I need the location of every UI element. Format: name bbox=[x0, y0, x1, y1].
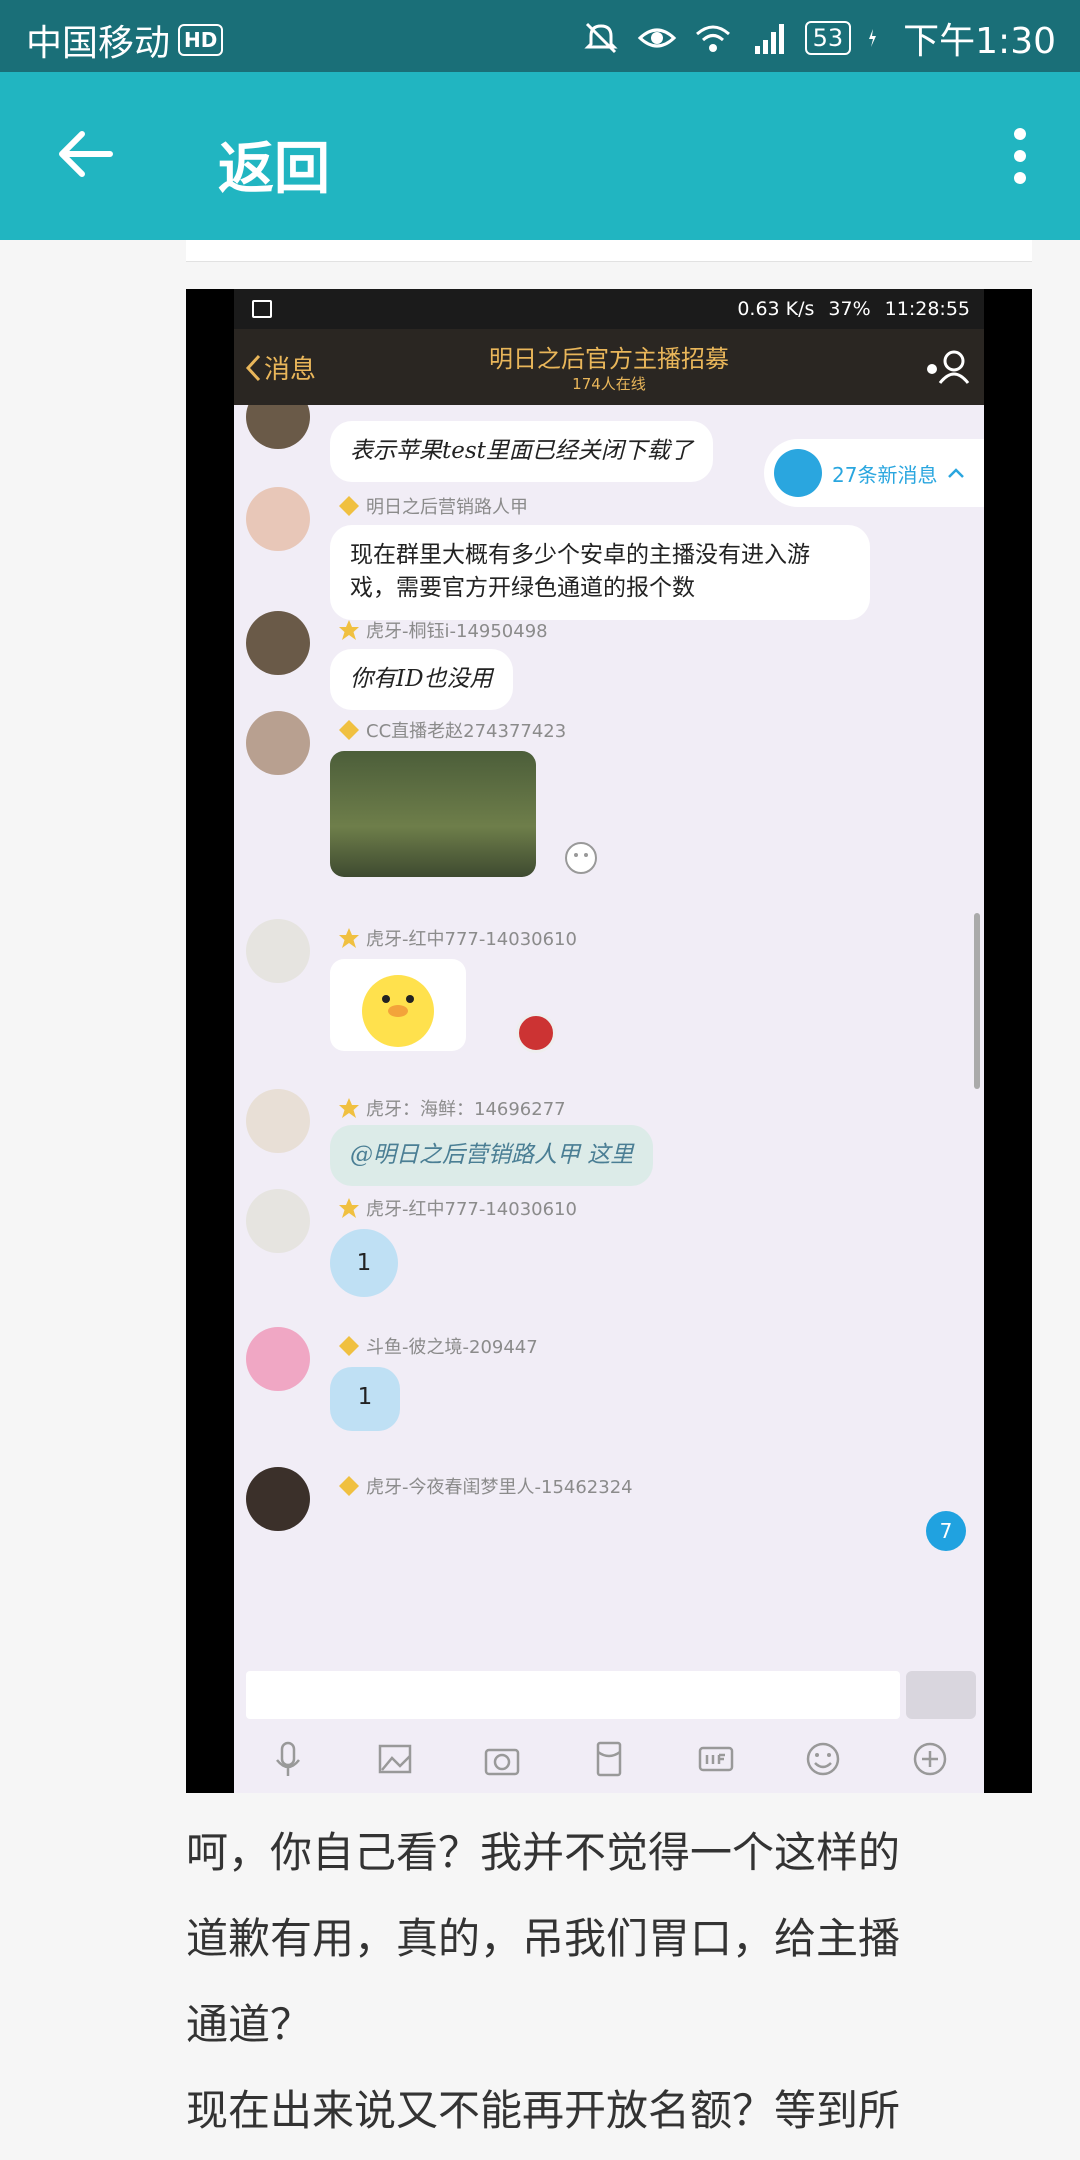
add-emoji-icon[interactable] bbox=[564, 841, 598, 875]
image-notification-icon bbox=[252, 300, 272, 318]
page-title[interactable]: 返回 bbox=[218, 124, 330, 205]
avatar bbox=[246, 405, 310, 449]
chat-header: 消息 明日之后官方主播招募 174人在线 bbox=[234, 329, 984, 405]
sender-name: 虎牙-红中777-14030610 bbox=[338, 925, 577, 951]
diamond-icon bbox=[339, 1476, 359, 1496]
sender-name: 虎牙-红中777-14030610 bbox=[338, 1195, 577, 1221]
avatar bbox=[246, 711, 310, 775]
chat-bubble-icon bbox=[774, 449, 822, 497]
mic-icon[interactable] bbox=[269, 1740, 307, 1778]
level-badge-icon bbox=[516, 1013, 556, 1053]
wifi-icon bbox=[695, 25, 730, 52]
group-members-icon[interactable] bbox=[922, 347, 972, 387]
avatar bbox=[246, 611, 310, 675]
group-title: 明日之后官方主播招募 bbox=[489, 345, 729, 373]
avatar bbox=[246, 1189, 310, 1253]
chat-area[interactable]: 表示苹果test里面已经关闭下载了 27条新消息 明日之后营销路人甲 现在群里大… bbox=[234, 405, 984, 1685]
emoji-icon[interactable] bbox=[804, 1740, 842, 1778]
star-icon bbox=[339, 1198, 359, 1218]
message-bubble: 1 bbox=[330, 1367, 400, 1431]
sender-name: CC直播老赵274377423 bbox=[338, 717, 566, 743]
sender-name: 斗鱼-彼之境-209447 bbox=[338, 1333, 538, 1359]
clock: 下午1:30 bbox=[903, 21, 1056, 62]
arrow-left-icon[interactable] bbox=[50, 118, 122, 190]
new-messages-button[interactable]: 27条新消息 bbox=[764, 439, 984, 507]
chat-toolbar bbox=[234, 1725, 984, 1793]
more-vertical-icon[interactable] bbox=[1000, 124, 1040, 188]
diamond-icon bbox=[339, 1336, 359, 1356]
phone-screen: 0.63 K/s 37% 11:28:55 消息 明日之后官方主播招募 174人… bbox=[234, 289, 984, 1793]
sender-name: 虎牙：海鲜：14696277 bbox=[338, 1095, 566, 1121]
previous-card-edge bbox=[186, 240, 1032, 262]
embedded-screenshot[interactable]: 0.63 K/s 37% 11:28:55 消息 明日之后官方主播招募 174人… bbox=[186, 289, 1032, 1793]
avatar bbox=[246, 1089, 310, 1153]
avatar bbox=[246, 919, 310, 983]
carrier-label: 中国移动 bbox=[26, 23, 171, 64]
message-bubble: 1 bbox=[330, 1229, 398, 1297]
gif-icon[interactable] bbox=[697, 1740, 735, 1778]
post-text-line: 道歉有用，真的，吊我们胃口，给主播 bbox=[186, 1914, 901, 1963]
image-icon[interactable] bbox=[376, 1740, 414, 1778]
post-text-line: 通道？ bbox=[186, 2000, 313, 2049]
avatar bbox=[246, 1467, 310, 1531]
duck-sticker-icon bbox=[362, 975, 434, 1047]
screenshot-status-bar: 0.63 K/s 37% 11:28:55 bbox=[234, 289, 984, 329]
message-bubble: @明日之后营销路人甲 这里 bbox=[330, 1125, 654, 1187]
chevron-up-icon bbox=[948, 468, 965, 478]
sender-name: 虎牙-今夜春闺梦里人-15462324 bbox=[338, 1473, 633, 1499]
message-bubble: 表示苹果test里面已经关闭下载了 bbox=[330, 421, 713, 483]
post-text-line: 呵，你自己看？我并不觉得一个这样的 bbox=[186, 1828, 901, 1877]
hd-badge: HD bbox=[178, 24, 224, 56]
game-screenshot-image[interactable] bbox=[330, 751, 536, 877]
star-icon bbox=[339, 928, 359, 948]
online-count: 174人在线 bbox=[572, 375, 646, 393]
screenshot-time: 11:28:55 bbox=[884, 298, 970, 320]
keyboard-toggle-icon[interactable] bbox=[906, 1671, 976, 1719]
eye-icon bbox=[637, 28, 676, 48]
red-packet-icon[interactable] bbox=[590, 1740, 628, 1778]
sender-name: 明日之后营销路人甲 bbox=[338, 493, 528, 519]
diamond-icon bbox=[339, 720, 359, 740]
charging-icon bbox=[869, 29, 877, 47]
plus-icon[interactable] bbox=[911, 1740, 949, 1778]
star-icon bbox=[339, 1098, 359, 1118]
signal-4g-icon bbox=[754, 24, 784, 54]
message-input[interactable] bbox=[246, 1671, 900, 1719]
sender-name: 虎牙-桐钰i-14950498 bbox=[338, 617, 548, 643]
message-bubble: 你有ID也没用 bbox=[330, 649, 513, 711]
avatar bbox=[246, 487, 310, 551]
avatar bbox=[246, 1327, 310, 1391]
diamond-icon bbox=[339, 496, 359, 516]
scrollbar[interactable] bbox=[974, 913, 980, 1089]
network-speed: 0.63 K/s bbox=[737, 298, 815, 320]
mute-icon bbox=[583, 22, 618, 54]
new-messages-label: 27条新消息 bbox=[832, 462, 938, 487]
camera-icon[interactable] bbox=[483, 1740, 521, 1778]
post-text-line: 现在出来说又不能再开放名额？等到所 bbox=[186, 2086, 901, 2135]
unread-badge[interactable]: 7 bbox=[926, 1511, 966, 1551]
star-icon bbox=[339, 620, 359, 640]
status-bar: 中国移动 HD 53 下午1:30 bbox=[0, 0, 1080, 72]
app-bar: 返回 bbox=[0, 72, 1080, 240]
message-bubble: 现在群里大概有多少个安卓的主播没有进入游戏，需要官方开绿色通道的报个数 bbox=[330, 525, 870, 620]
sticker-message[interactable] bbox=[330, 959, 466, 1051]
battery-level: 53 bbox=[804, 21, 852, 55]
screenshot-battery: 37% bbox=[828, 298, 871, 320]
